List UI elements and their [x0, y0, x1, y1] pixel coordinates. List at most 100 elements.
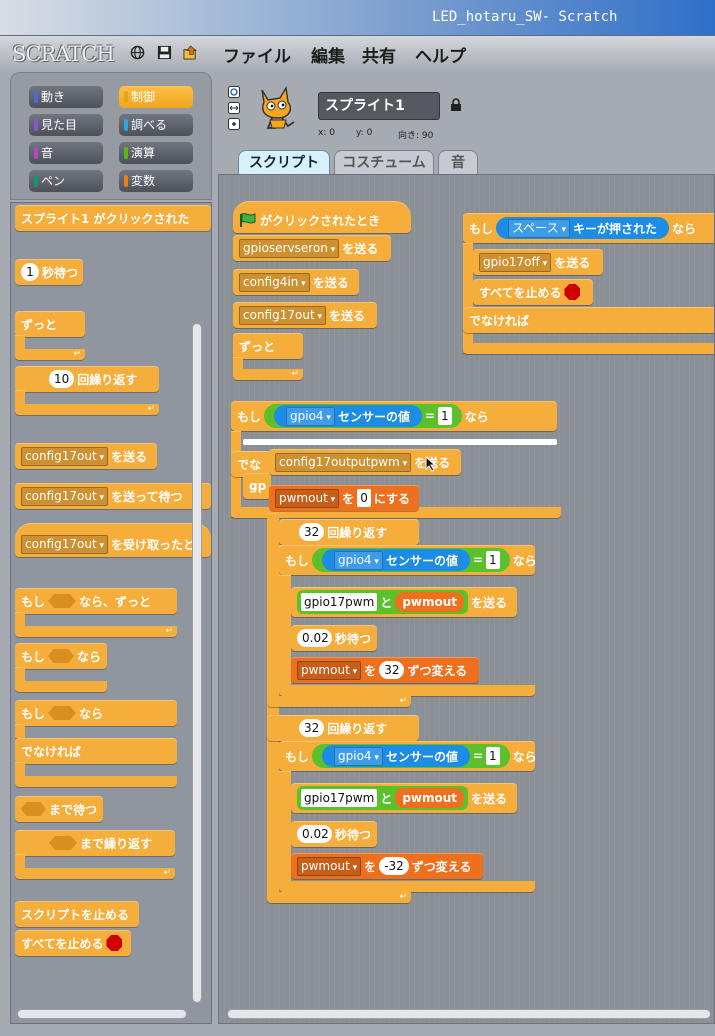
message-dropdown[interactable]: config17out: [239, 305, 327, 325]
category-sensing[interactable]: 調べる: [119, 114, 193, 136]
palette-stop-script-block[interactable]: スクリプトを止める: [15, 901, 139, 927]
broadcast-config17out-block[interactable]: config17outを送る: [233, 302, 377, 328]
tab-sounds[interactable]: 音: [438, 150, 478, 174]
palette-stop-all-block[interactable]: すべてを止める: [15, 930, 131, 956]
message-dropdown[interactable]: config17outputpwm: [275, 452, 412, 472]
sprite-name-field[interactable]: スプライト1: [318, 92, 440, 120]
tab-costumes[interactable]: コスチューム: [334, 150, 434, 174]
set-value-input[interactable]: 0: [357, 489, 371, 507]
palette-if-else-block[interactable]: もし なら: [15, 700, 177, 726]
if-sensor-block[interactable]: もし gpio4センサーの値 = 1 なら: [279, 545, 537, 575]
wait-seconds-input[interactable]: 0.02: [297, 629, 332, 647]
palette-repeat-block[interactable]: 10 回繰り返す: [15, 366, 159, 392]
palette-forever-block[interactable]: ずっと: [15, 311, 85, 337]
join-operator[interactable]: gpio17pwm と pwmout: [297, 590, 469, 614]
palette-sprite-click-hat[interactable]: スプライト1 がクリックされた: [15, 205, 211, 231]
equals-value-input[interactable]: 1: [438, 407, 452, 425]
boolean-slot[interactable]: [49, 836, 77, 850]
wait-block[interactable]: 0.02 秒待つ: [291, 821, 377, 847]
category-sound[interactable]: 音: [29, 142, 103, 164]
palette-wait-block[interactable]: 1 秒待つ: [15, 259, 83, 285]
boolean-slot[interactable]: [48, 649, 74, 663]
palette-broadcast-block[interactable]: config17outを送る: [15, 443, 157, 469]
equals-value-input[interactable]: 1: [486, 747, 500, 765]
join-operator[interactable]: gpio17pwm と pwmout: [297, 786, 469, 810]
pwmout-reporter[interactable]: pwmout: [395, 788, 465, 808]
variable-dropdown[interactable]: pwmout: [297, 856, 362, 876]
wait-seconds-input[interactable]: 1: [21, 263, 39, 281]
tab-scripts[interactable]: スクリプト: [238, 150, 330, 174]
join-left-input[interactable]: gpio17pwm: [301, 593, 378, 611]
equals-operator[interactable]: gpio4センサーの値 = 1: [312, 548, 510, 572]
boolean-slot[interactable]: [48, 594, 77, 608]
category-operators[interactable]: 演算: [119, 142, 193, 164]
message-dropdown[interactable]: config17out: [21, 446, 109, 466]
repeat-count-input[interactable]: 10: [49, 370, 75, 388]
sensor-value-reporter[interactable]: gpio4センサーの値: [322, 549, 470, 571]
key-dropdown[interactable]: スペース: [508, 218, 570, 238]
boolean-slot[interactable]: [48, 706, 77, 720]
forever-block[interactable]: ずっと: [233, 333, 303, 359]
boolean-slot[interactable]: [21, 802, 46, 816]
palette-if-block[interactable]: もし なら: [15, 643, 107, 669]
broadcast-gpioservseron-block[interactable]: gpioservseronを送る: [233, 235, 391, 261]
variable-dropdown[interactable]: pwmout: [297, 660, 362, 680]
key-pressed-sensing[interactable]: スペースキーが押された: [496, 217, 669, 239]
message-dropdown[interactable]: config17out: [21, 534, 109, 554]
if-key-pressed-block[interactable]: もし スペースキーが押された なら: [463, 213, 714, 243]
broadcast-config4in-block[interactable]: config4inを送る: [233, 269, 359, 295]
menu-help[interactable]: ヘルプ: [415, 42, 466, 67]
palette-repeat-until-block[interactable]: まで繰り返す: [15, 830, 175, 856]
equals-operator[interactable]: gpio4センサーの値 = 1: [264, 404, 462, 428]
language-globe-icon[interactable]: [130, 45, 145, 60]
change-variable-block[interactable]: pwmoutを32ずつ変える: [291, 657, 479, 683]
palette-broadcast-wait-block[interactable]: config17outを送って待つ: [15, 483, 211, 509]
sensor-dropdown[interactable]: gpio4: [334, 550, 383, 570]
repeat-count-input[interactable]: 32: [299, 719, 325, 737]
menu-edit[interactable]: 編集: [311, 42, 345, 67]
rotate-all-icon[interactable]: [228, 86, 240, 98]
no-rotate-icon[interactable]: [228, 118, 240, 130]
equals-value-input[interactable]: 1: [486, 551, 500, 569]
change-amount-input[interactable]: 32: [379, 661, 405, 679]
sensor-value-reporter[interactable]: gpio4センサーの値: [274, 405, 422, 427]
broadcast-join-block[interactable]: gpio17pwm と pwmout を送る: [291, 587, 517, 617]
sensor-value-reporter[interactable]: gpio4センサーの値: [322, 745, 470, 767]
change-variable-block[interactable]: pwmoutを-32ずつ変える: [291, 853, 483, 879]
green-flag-hat-block[interactable]: がクリックされたとき: [233, 201, 411, 233]
sensor-dropdown[interactable]: gpio4: [286, 406, 335, 426]
menu-share[interactable]: 共有: [362, 42, 396, 67]
if-sensor-block[interactable]: もし gpio4センサーの値 = 1 なら: [231, 401, 557, 431]
palette-vertical-scrollbar[interactable]: [192, 323, 202, 1003]
script-area[interactable]: がクリックされたとき gpioservseronを送る config4inを送る…: [218, 174, 715, 1024]
wait-seconds-input[interactable]: 0.02: [297, 825, 332, 843]
message-dropdown[interactable]: config17out: [21, 486, 109, 506]
join-left-input[interactable]: gpio17pwm: [301, 789, 378, 807]
flip-horizontal-icon[interactable]: [228, 102, 240, 114]
if-sensor-block[interactable]: もし gpio4センサーの値 = 1 なら: [279, 741, 537, 771]
category-control[interactable]: 制御: [119, 86, 193, 108]
menu-file[interactable]: ファイル: [223, 42, 291, 67]
category-pen[interactable]: ペン: [29, 170, 103, 192]
palette-horizontal-scrollbar[interactable]: [17, 1009, 187, 1019]
equals-operator[interactable]: gpio4センサーの値 = 1: [312, 744, 510, 768]
lock-icon[interactable]: [450, 98, 462, 112]
repeat-block[interactable]: 32 回繰り返す: [267, 715, 419, 741]
change-amount-input[interactable]: -32: [379, 857, 409, 875]
script-horizontal-scrollbar[interactable]: [227, 1009, 711, 1019]
share-icon[interactable]: [183, 45, 198, 60]
pwmout-reporter[interactable]: pwmout: [395, 592, 465, 612]
category-motion[interactable]: 動き: [29, 86, 103, 108]
broadcast-gpio17off-block[interactable]: gpio17offを送る: [473, 249, 603, 275]
wait-block[interactable]: 0.02 秒待つ: [291, 625, 377, 651]
message-dropdown[interactable]: config4in: [239, 272, 310, 292]
palette-wait-until-block[interactable]: まで待つ: [15, 796, 103, 822]
message-dropdown[interactable]: gpio17off: [479, 252, 552, 272]
repeat-count-input[interactable]: 32: [299, 523, 325, 541]
palette-if-forever-block[interactable]: もし なら、ずっと: [15, 588, 177, 614]
set-variable-block[interactable]: pwmoutを0にする: [269, 485, 419, 511]
message-dropdown[interactable]: gpioservseron: [239, 238, 340, 258]
category-looks[interactable]: 見た目: [29, 114, 103, 136]
save-icon[interactable]: [157, 45, 172, 60]
repeat-block[interactable]: 32 回繰り返す: [279, 519, 419, 545]
